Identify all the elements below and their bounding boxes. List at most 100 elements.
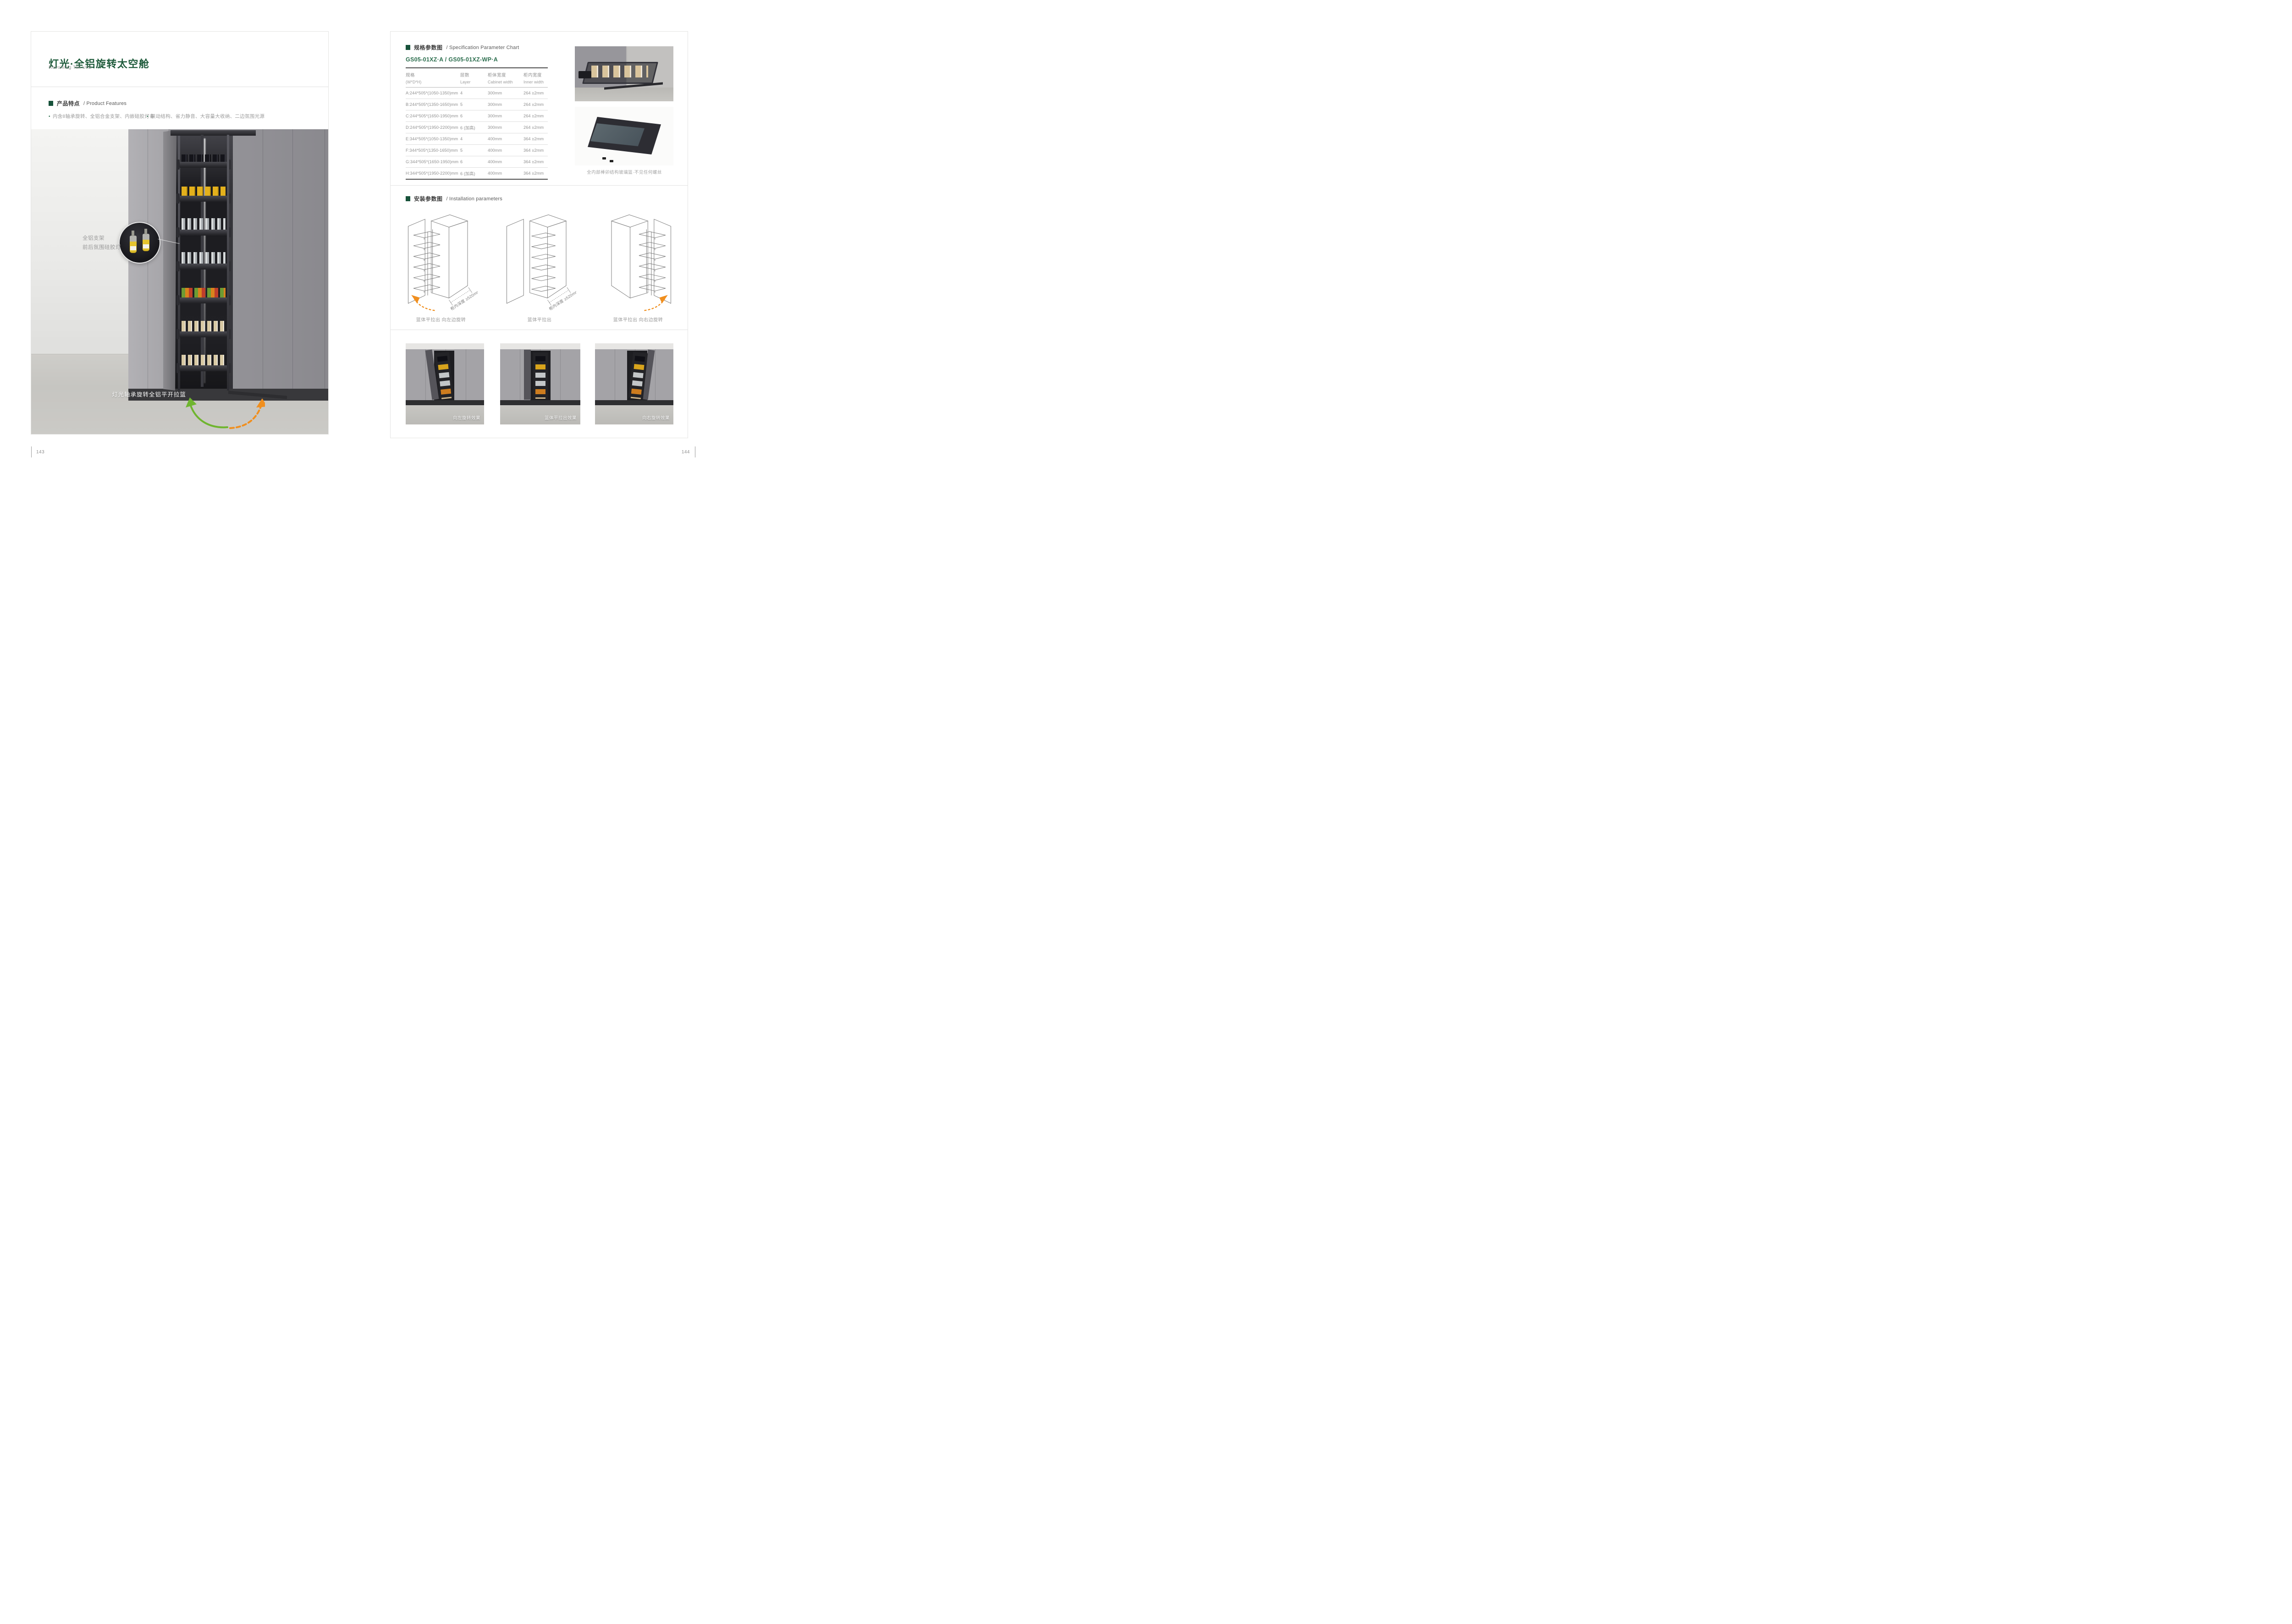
basket-tier: [178, 216, 229, 236]
features-heading: 产品特点 / Product Features: [49, 99, 127, 107]
catalog-spread: 灯光·全铝旋转太空舱 Revolving Tall Unit 产品特点 / Pr…: [0, 0, 707, 462]
pullout-unit: [533, 352, 548, 399]
ceiling: [595, 343, 673, 349]
callout-label: 全铝支架 前后氛围硅胶灯: [83, 234, 121, 252]
drive-box: [579, 71, 591, 78]
callout-label-line2: 前后氛围硅胶灯: [83, 243, 121, 252]
effect-caption: 篮体平拉出效果: [545, 414, 577, 421]
feature-bullet: •联动结构、省力静音、大容量大收纳、二边氛围光源: [147, 113, 264, 120]
sake-bottles: [591, 66, 648, 77]
table-row: E:344*505*(1050-1350)mm4400mm364 ±2mm: [406, 133, 548, 145]
diagram-caption: 篮体平拉出 向右边旋转: [601, 316, 675, 323]
bottle: [130, 236, 137, 253]
install-heading-zh: 安装参数图: [414, 195, 443, 203]
glass-bottles: [182, 218, 226, 230]
spec-table: 规格(W*D*H) 层数Layer 柜体宽度Cabinet width 柜内宽度…: [406, 67, 548, 180]
ceiling: [406, 343, 484, 349]
table-row: C:244*505*(1650-1950)mm6300mm264 ±2mm: [406, 110, 548, 122]
baseboard: [595, 400, 673, 405]
basket-tray: [178, 162, 229, 168]
effect-photo-rotate-right: 向右旋转效果: [595, 343, 673, 424]
right-page: 规格参数图 / Specification Parameter Chart GS…: [390, 31, 688, 438]
bullet-dot-icon: •: [147, 114, 149, 119]
basket-tier: [178, 182, 229, 202]
table-row: F:344*505*(1350-1650)mm5400mm364 ±2mm: [406, 145, 548, 156]
table-row: A:244*505*(1050-1350)mm4300mm264 ±2mm: [406, 88, 548, 99]
dimension-note: 柜内深度 ≥520mm: [449, 288, 478, 311]
orange-arrow-head-icon: [256, 398, 265, 407]
cans-yellow: [182, 187, 226, 196]
clip: [610, 160, 613, 162]
open-door-panel: [163, 130, 176, 391]
basket-tier: [178, 352, 229, 371]
table-row: H:344*505*(1950-2200)mm6 (加高)400mm364 ±2…: [406, 168, 548, 180]
baseboard: [500, 400, 580, 405]
page-number-right: 144: [667, 450, 690, 455]
spec-photo-basket-in-cabinet: [575, 46, 673, 101]
spec-heading-en: / Specification Parameter Chart: [446, 45, 519, 50]
basket-tier: [178, 250, 229, 270]
pullout-unit: [178, 135, 229, 391]
col-header: 层数Layer: [460, 72, 488, 84]
ceiling: [500, 343, 580, 349]
feature-bullet: •内含8轴承旋转、全铝合金支架、内嵌硅胶灯条: [49, 113, 154, 120]
floor: [575, 88, 673, 101]
juice-cartons: [182, 288, 226, 297]
detail-callout-circle: [119, 222, 160, 264]
orange-arrow-arc: [230, 405, 261, 428]
left-page: 灯光·全铝旋转太空舱 Revolving Tall Unit 产品特点 / Pr…: [31, 31, 329, 435]
install-heading: 安装参数图 / Installation parameters: [406, 195, 502, 203]
table-row: B:244*505*(1350-1650)mm5300mm264 ±2mm: [406, 99, 548, 110]
glass-bottles: [182, 252, 226, 264]
callout-label-line1: 全铝支架: [83, 234, 121, 243]
clip: [602, 157, 606, 160]
rotation-arrows: [169, 392, 265, 431]
cabinet-seam: [292, 129, 293, 389]
bottle: [143, 234, 149, 251]
effect-caption: 向左旋转效果: [453, 414, 480, 421]
basket-tray: [178, 264, 229, 270]
effect-photo-pullout: 篮体平拉出效果: [500, 343, 580, 424]
sake-bottles: [182, 321, 226, 331]
col-header: 规格(W*D*H): [406, 72, 460, 84]
spec-heading-zh: 规格参数图: [414, 44, 443, 51]
spec-photo-caption: 全内部棒卯结构玻璃篮·不见任何螺丝: [569, 169, 679, 175]
page-subtitle: Revolving Tall Unit: [49, 65, 92, 70]
baseboard: [406, 400, 484, 405]
section-marker-icon: [49, 101, 53, 106]
page-number-rule: [31, 446, 32, 457]
col-header: 柜内宽度Inner width: [523, 72, 548, 84]
dimension-note: 柜内深度 ≥520mm: [548, 288, 576, 311]
basket-tray: [178, 331, 229, 337]
cans-dark: [182, 154, 226, 162]
model-numbers: GS05-01XZ·A / GS05-01XZ-WP·A: [406, 56, 498, 63]
features-heading-en: / Product Features: [83, 101, 127, 106]
section-marker-icon: [406, 45, 410, 50]
basket-tray: [178, 230, 229, 236]
glass-basket: [585, 62, 653, 81]
spec-photo-glass-basket: [575, 107, 673, 165]
feature-text: 联动结构、省力静音、大容量大收纳、二边氛围光源: [151, 114, 264, 119]
divider: [391, 185, 688, 186]
install-heading-en: / Installation parameters: [446, 196, 502, 202]
features-heading-zh: 产品特点: [57, 99, 80, 107]
spec-heading: 规格参数图 / Specification Parameter Chart: [406, 44, 519, 51]
basket-tray: [178, 196, 229, 202]
install-diagram-rotate-left: 柜内深度 ≥520mm: [404, 209, 478, 315]
basket-tier: [178, 284, 229, 303]
table-row: D:244*505*(1950-2200)mm6 (加高)300mm264 ±2…: [406, 122, 548, 133]
diagram-caption: 篮体平拉出: [503, 316, 576, 323]
install-diagram-rotate-right: [601, 209, 675, 315]
effect-caption: 向右旋转效果: [642, 414, 670, 421]
open-door-panel: [524, 350, 531, 400]
basket-tray: [178, 297, 229, 303]
section-marker-icon: [406, 196, 410, 201]
page-number-left: 143: [36, 450, 44, 455]
diagram-caption: 篮体平拉出 向左边旋转: [404, 316, 478, 323]
sake-bottles: [182, 355, 226, 365]
product-photo: 全铝支架 前后氛围硅胶灯 灯光轴承旋转全铝平开拉篮: [31, 129, 328, 434]
top-hardware: [171, 130, 256, 136]
basket-tier: [178, 318, 229, 337]
col-header: 柜体宽度Cabinet width: [488, 72, 523, 84]
install-diagram-pullout: 柜内深度 ≥520mm: [503, 209, 576, 315]
